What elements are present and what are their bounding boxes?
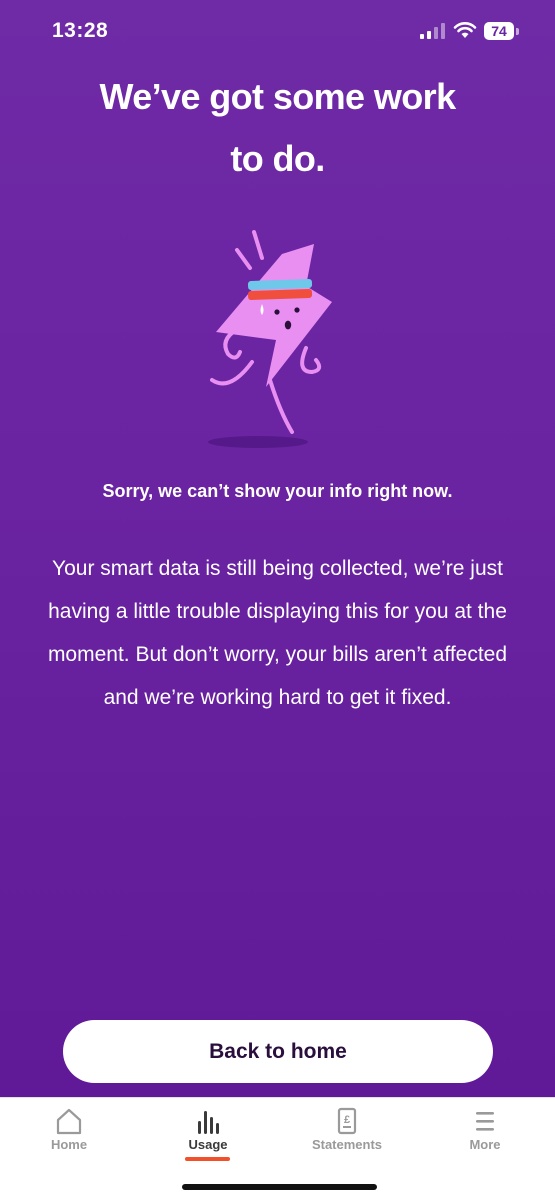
usage-bars-icon — [198, 1111, 219, 1134]
status-time: 13:28 — [52, 19, 109, 42]
tab-statements[interactable]: £ Statements — [292, 1098, 402, 1168]
lightning-mascot-illustration — [208, 230, 332, 448]
error-subheading: Sorry, we can’t show your info right now… — [102, 481, 453, 501]
tab-statements-label: Statements — [311, 1137, 383, 1152]
home-indicator-bar — [182, 1184, 377, 1190]
home-icon — [56, 1108, 82, 1135]
back-to-home-button[interactable]: Back to home — [63, 1020, 493, 1083]
tab-more-label: More — [469, 1137, 501, 1152]
app-screen: 13:28 74 We’ve got some work to do. Sorr… — [0, 0, 555, 1097]
statement-icon: £ — [337, 1107, 357, 1135]
tab-home[interactable]: Home — [14, 1098, 124, 1168]
error-description: Your smart data is still being collected… — [47, 557, 508, 709]
tab-usage-label: Usage — [188, 1137, 228, 1152]
active-tab-indicator — [185, 1157, 230, 1161]
menu-icon — [476, 1112, 494, 1131]
tab-more[interactable]: More — [430, 1098, 540, 1168]
cellular-signal-icon — [420, 23, 445, 39]
wifi-icon — [453, 22, 477, 38]
battery-level: 74 — [491, 23, 507, 39]
status-bar: 13:28 74 — [0, 0, 555, 64]
tab-home-label: Home — [50, 1137, 88, 1152]
battery-icon: 74 — [484, 20, 520, 42]
svg-text:£: £ — [344, 1114, 350, 1126]
page-title: We’ve got some work to do. — [99, 76, 456, 179]
